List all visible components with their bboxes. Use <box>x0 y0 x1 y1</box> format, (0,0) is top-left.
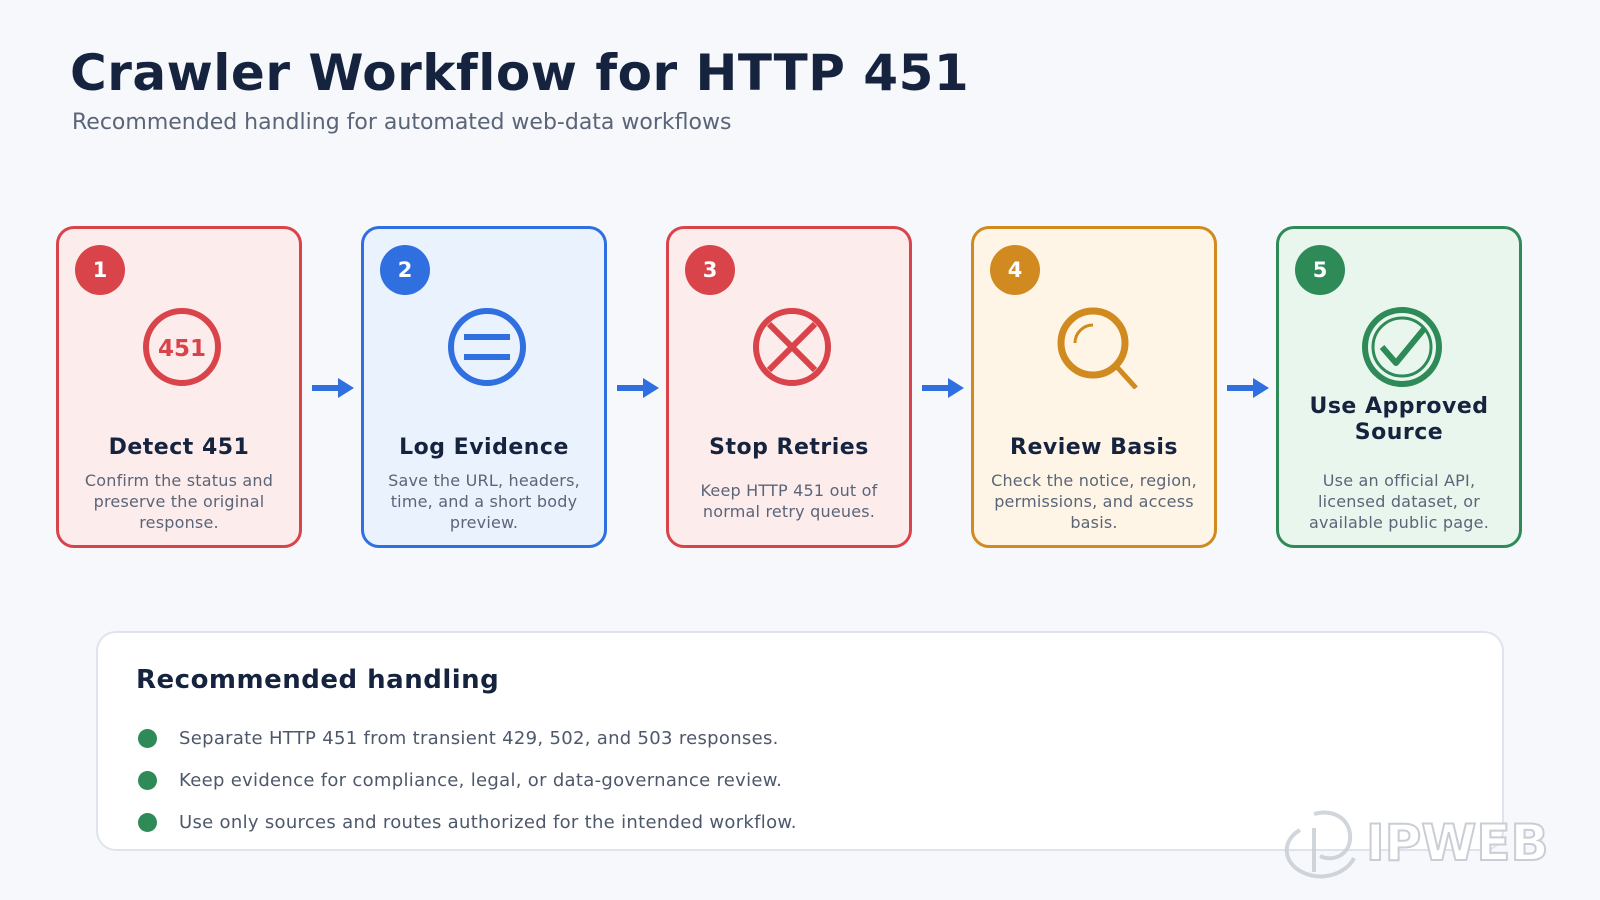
check-circle-icon <box>1362 307 1442 387</box>
step-card-review: 4 Review Basis Check the notice, region,… <box>971 226 1217 548</box>
ipweb-watermark-logo: IPWEB <box>1284 810 1550 879</box>
step-number-badge: 5 <box>1295 245 1345 295</box>
step-number-badge: 4 <box>990 245 1040 295</box>
step-card-log: 2 Log Evidence Save the URL, headers, ti… <box>361 226 607 548</box>
list-item-text: Keep evidence for compliance, legal, or … <box>179 769 783 791</box>
watermark-text: IPWEB <box>1366 814 1549 872</box>
step-card-approved: 5 Use Approved Source Use an official AP… <box>1276 226 1522 548</box>
list-item: Separate HTTP 451 from transient 429, 50… <box>138 723 779 753</box>
bullet-dot-icon <box>138 770 157 790</box>
stop-x-icon <box>753 308 831 386</box>
bullet-dot-icon <box>138 728 157 748</box>
page-subtitle: Recommended handling for automated web-d… <box>72 110 732 135</box>
step-title: Use Approved Source <box>1309 394 1489 445</box>
list-item-text: Separate HTTP 451 from transient 429, 50… <box>179 727 779 749</box>
arrow-right-icon <box>922 378 964 398</box>
arrow-right-icon <box>617 378 659 398</box>
step-card-stop: 3 Stop Retries Keep HTTP 451 out of norm… <box>666 226 912 548</box>
icon-451-label: 451 <box>158 336 206 362</box>
step-description: Use an official API, licensed dataset, o… <box>1309 470 1489 532</box>
step-description: Check the notice, region, permissions, a… <box>991 470 1197 532</box>
451-status-icon: 451 <box>143 308 221 386</box>
step-card-detect: 1 451 Detect 451 Confirm the status and … <box>56 226 302 548</box>
list-item: Use only sources and routes authorized f… <box>138 807 797 837</box>
log-list-icon <box>448 308 526 386</box>
step-description: Confirm the status and preserve the orig… <box>84 470 274 532</box>
arrow-right-icon <box>1227 378 1269 398</box>
bullet-dot-icon <box>138 812 157 832</box>
step-number-badge: 1 <box>75 245 125 295</box>
magnifier-icon <box>1057 307 1138 389</box>
step-description: Save the URL, headers, time, and a short… <box>388 470 580 532</box>
list-item: Keep evidence for compliance, legal, or … <box>138 765 782 795</box>
page-title: Crawler Workflow for HTTP 451 <box>70 44 970 102</box>
step-number-badge: 2 <box>380 245 430 295</box>
list-item-text: Use only sources and routes authorized f… <box>179 811 797 833</box>
step-description: Keep HTTP 451 out of normal retry queues… <box>700 481 878 521</box>
arrow-right-icon <box>312 378 354 398</box>
panel-title: Recommended handling <box>136 665 500 695</box>
step-number-badge: 3 <box>685 245 735 295</box>
